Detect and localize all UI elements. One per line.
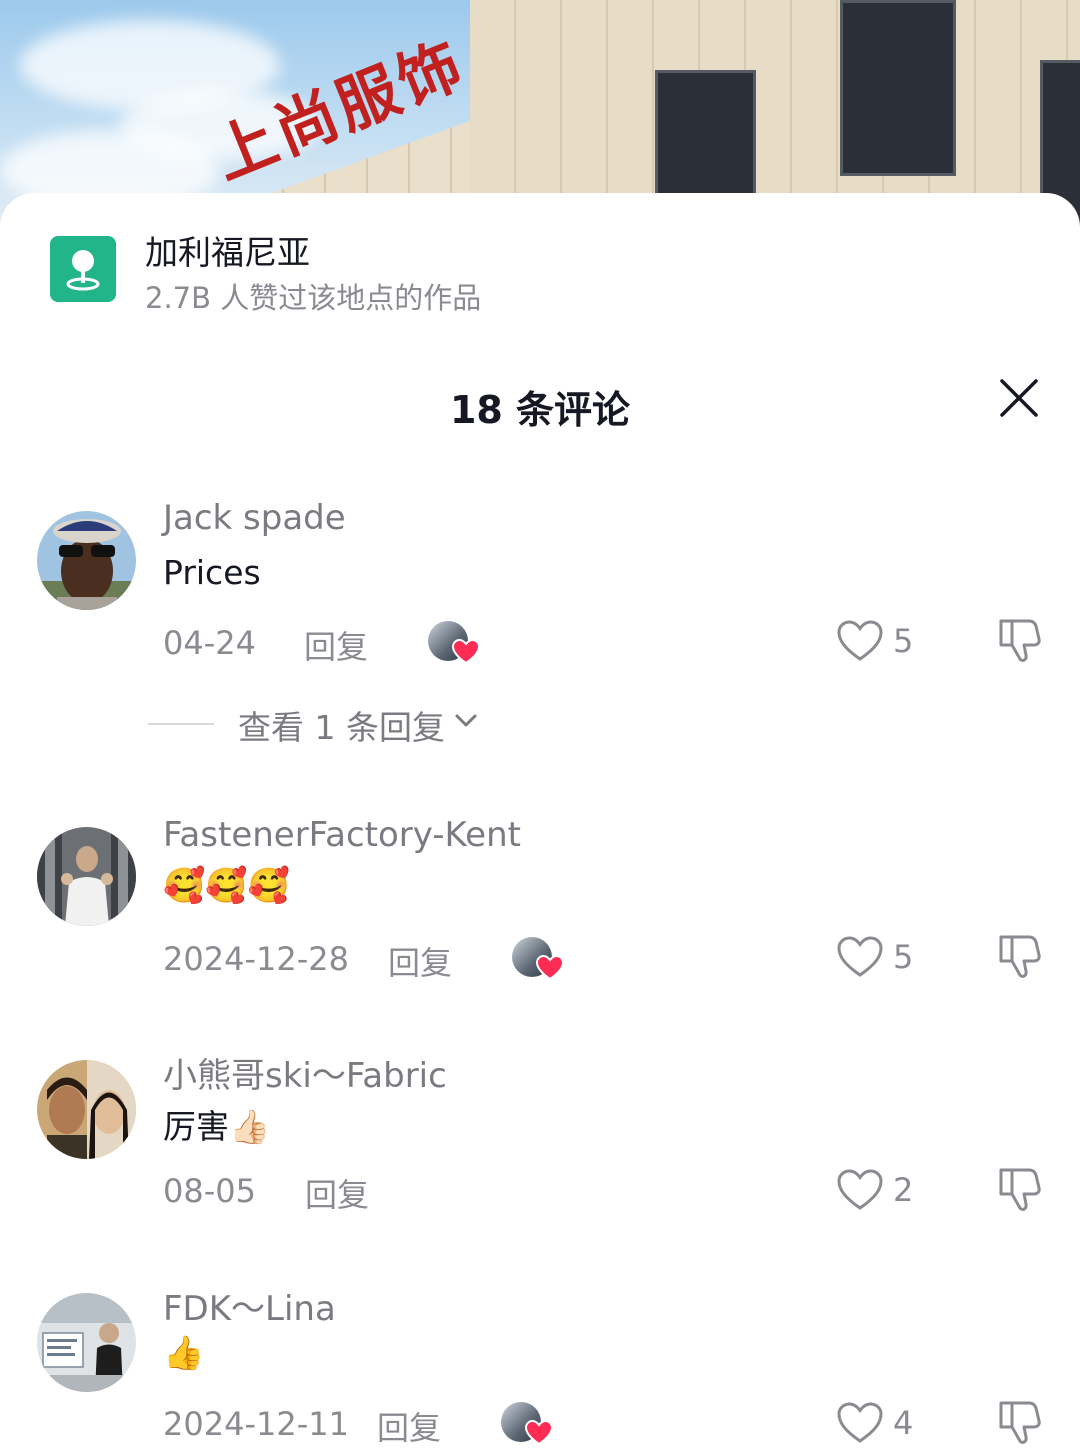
comment-username[interactable]: FastenerFactory-Kent xyxy=(163,815,521,855)
comment-text: 👍 xyxy=(163,1333,205,1372)
author-liked-avatar xyxy=(501,1402,553,1446)
reply-button[interactable]: 回复 xyxy=(305,1170,369,1216)
reply-button[interactable]: 回复 xyxy=(304,622,368,668)
reply-button[interactable]: 回复 xyxy=(388,938,452,984)
comment-text: Prices xyxy=(163,553,261,592)
heart-icon[interactable] xyxy=(836,619,884,663)
comment-date: 2024-12-28 xyxy=(163,940,349,978)
author-liked-avatar xyxy=(512,937,564,981)
close-icon[interactable] xyxy=(996,375,1042,421)
avatar[interactable] xyxy=(37,1293,136,1392)
comment-date: 04-24 xyxy=(163,624,256,662)
heart-icon[interactable] xyxy=(836,1401,884,1445)
thumbs-down-icon[interactable] xyxy=(995,1164,1045,1214)
thumbs-down-icon[interactable] xyxy=(995,615,1045,665)
comment-text: 厉害👍🏻 xyxy=(163,1107,271,1146)
building-window xyxy=(840,0,956,176)
view-replies-label: 查看 1 条回复 xyxy=(238,708,445,747)
divider-line xyxy=(148,723,214,725)
comments-count-title: 18 条评论 xyxy=(449,388,631,432)
comment-username[interactable]: FDK～Lina xyxy=(163,1281,336,1330)
location-pin-icon[interactable] xyxy=(50,236,116,302)
location-subtitle: 2.7B 人赞过该地点的作品 xyxy=(145,281,482,315)
like-count: 5 xyxy=(893,622,914,660)
reply-button[interactable]: 回复 xyxy=(377,1403,441,1449)
avatar[interactable] xyxy=(37,511,136,610)
chevron-down-icon xyxy=(455,714,477,727)
thumbs-down-icon[interactable] xyxy=(995,931,1045,981)
avatar[interactable] xyxy=(37,827,136,926)
like-count: 4 xyxy=(893,1404,914,1442)
comment-text: 🥰🥰🥰 xyxy=(163,866,291,906)
comments-sheet: 加利福尼亚 2.7B 人赞过该地点的作品 18 条评论 Jack spade P… xyxy=(0,193,1080,1447)
location-name[interactable]: 加利福尼亚 xyxy=(145,226,310,274)
avatar[interactable] xyxy=(37,1060,136,1159)
author-liked-avatar xyxy=(428,621,480,665)
comment-username[interactable]: Jack spade xyxy=(163,498,346,538)
comment-date: 08-05 xyxy=(163,1172,256,1210)
heart-icon[interactable] xyxy=(836,1168,884,1212)
comment-date: 2024-12-11 xyxy=(163,1405,349,1443)
comment-username[interactable]: 小熊哥ski～Fabric xyxy=(163,1048,447,1097)
heart-icon[interactable] xyxy=(836,935,884,979)
like-count: 2 xyxy=(893,1171,914,1209)
like-count: 5 xyxy=(893,938,914,976)
